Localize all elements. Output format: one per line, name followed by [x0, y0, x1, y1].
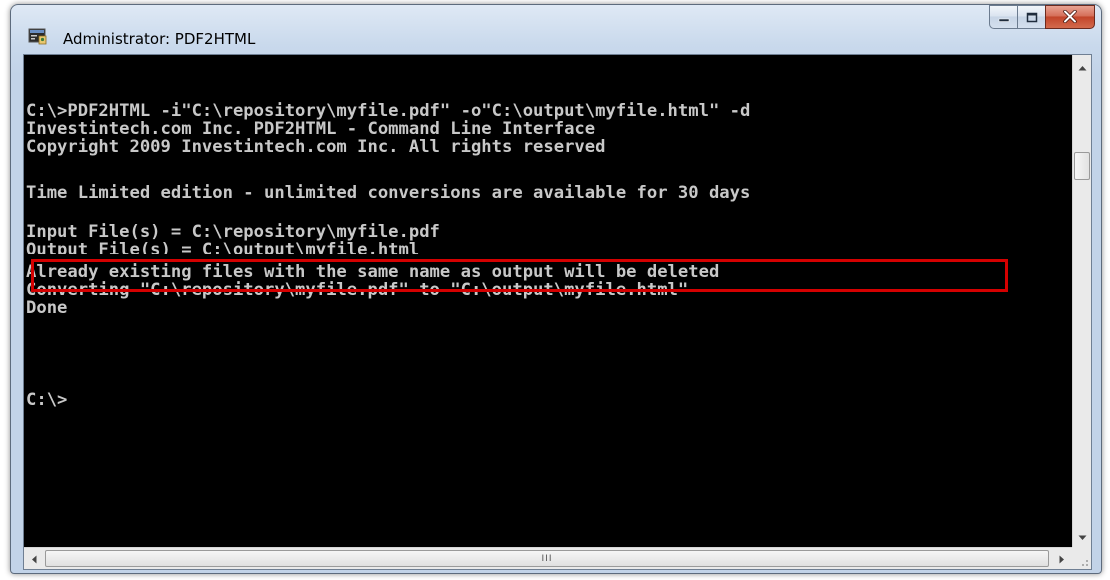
scroll-down-arrow-icon — [1078, 526, 1087, 545]
scroll-up-button[interactable] — [1073, 55, 1092, 75]
console-line-copyright: Copyright 2009 Investintech.com Inc. All… — [26, 137, 606, 157]
console-line-prompt: C:\> — [26, 390, 68, 410]
vertical-scrollbar[interactable] — [1072, 55, 1091, 547]
console-client-area: C:\>PDF2HTML -i"C:\repository\myfile.pdf… — [23, 54, 1092, 570]
console-app-icon[interactable] — [28, 27, 48, 45]
caption-buttons — [989, 5, 1095, 29]
resize-grip-icon — [1072, 554, 1091, 573]
horizontal-scrollbar[interactable]: III — [24, 547, 1072, 569]
scroll-left-arrow-icon — [31, 549, 37, 568]
scroll-right-arrow-icon — [1059, 549, 1065, 568]
horizontal-scroll-thumb[interactable]: III — [45, 550, 1049, 567]
scroll-up-arrow-icon — [1078, 56, 1087, 75]
scroll-right-button[interactable] — [1052, 548, 1072, 569]
console-line-input: Input File(s) = C:\repository\myfile.pdf — [26, 222, 440, 242]
close-icon — [1063, 8, 1077, 27]
resize-grip[interactable] — [1072, 547, 1091, 569]
console-output[interactable]: C:\>PDF2HTML -i"C:\repository\myfile.pdf… — [24, 55, 1072, 547]
console-line-output: Output File(s) = C:\output\myfile.html — [26, 241, 420, 254]
console-line-product: Investintech.com Inc. PDF2HTML - Command… — [26, 119, 596, 139]
maximize-button[interactable] — [1017, 5, 1045, 29]
scroll-down-button[interactable] — [1073, 525, 1092, 545]
scroll-left-button[interactable] — [24, 548, 44, 569]
console-window: Administrator: PDF2HTML C:\>PDF2HTML -i"… — [10, 4, 1102, 574]
console-line-edition: Time Limited edition - unlimited convers… — [26, 183, 751, 203]
scroll-grip: III — [541, 553, 553, 564]
console-line-done: Done — [26, 298, 68, 318]
window-title: Administrator: PDF2HTML — [63, 30, 256, 48]
console-line-command: C:\>PDF2HTML -i"C:\repository\myfile.pdf… — [26, 101, 751, 121]
minimize-button[interactable] — [989, 5, 1017, 29]
close-button[interactable] — [1045, 5, 1095, 29]
maximize-icon — [1026, 8, 1038, 27]
vertical-scroll-thumb[interactable] — [1074, 152, 1090, 180]
minimize-icon — [998, 8, 1010, 27]
highlight-annotation-box — [31, 259, 1008, 292]
